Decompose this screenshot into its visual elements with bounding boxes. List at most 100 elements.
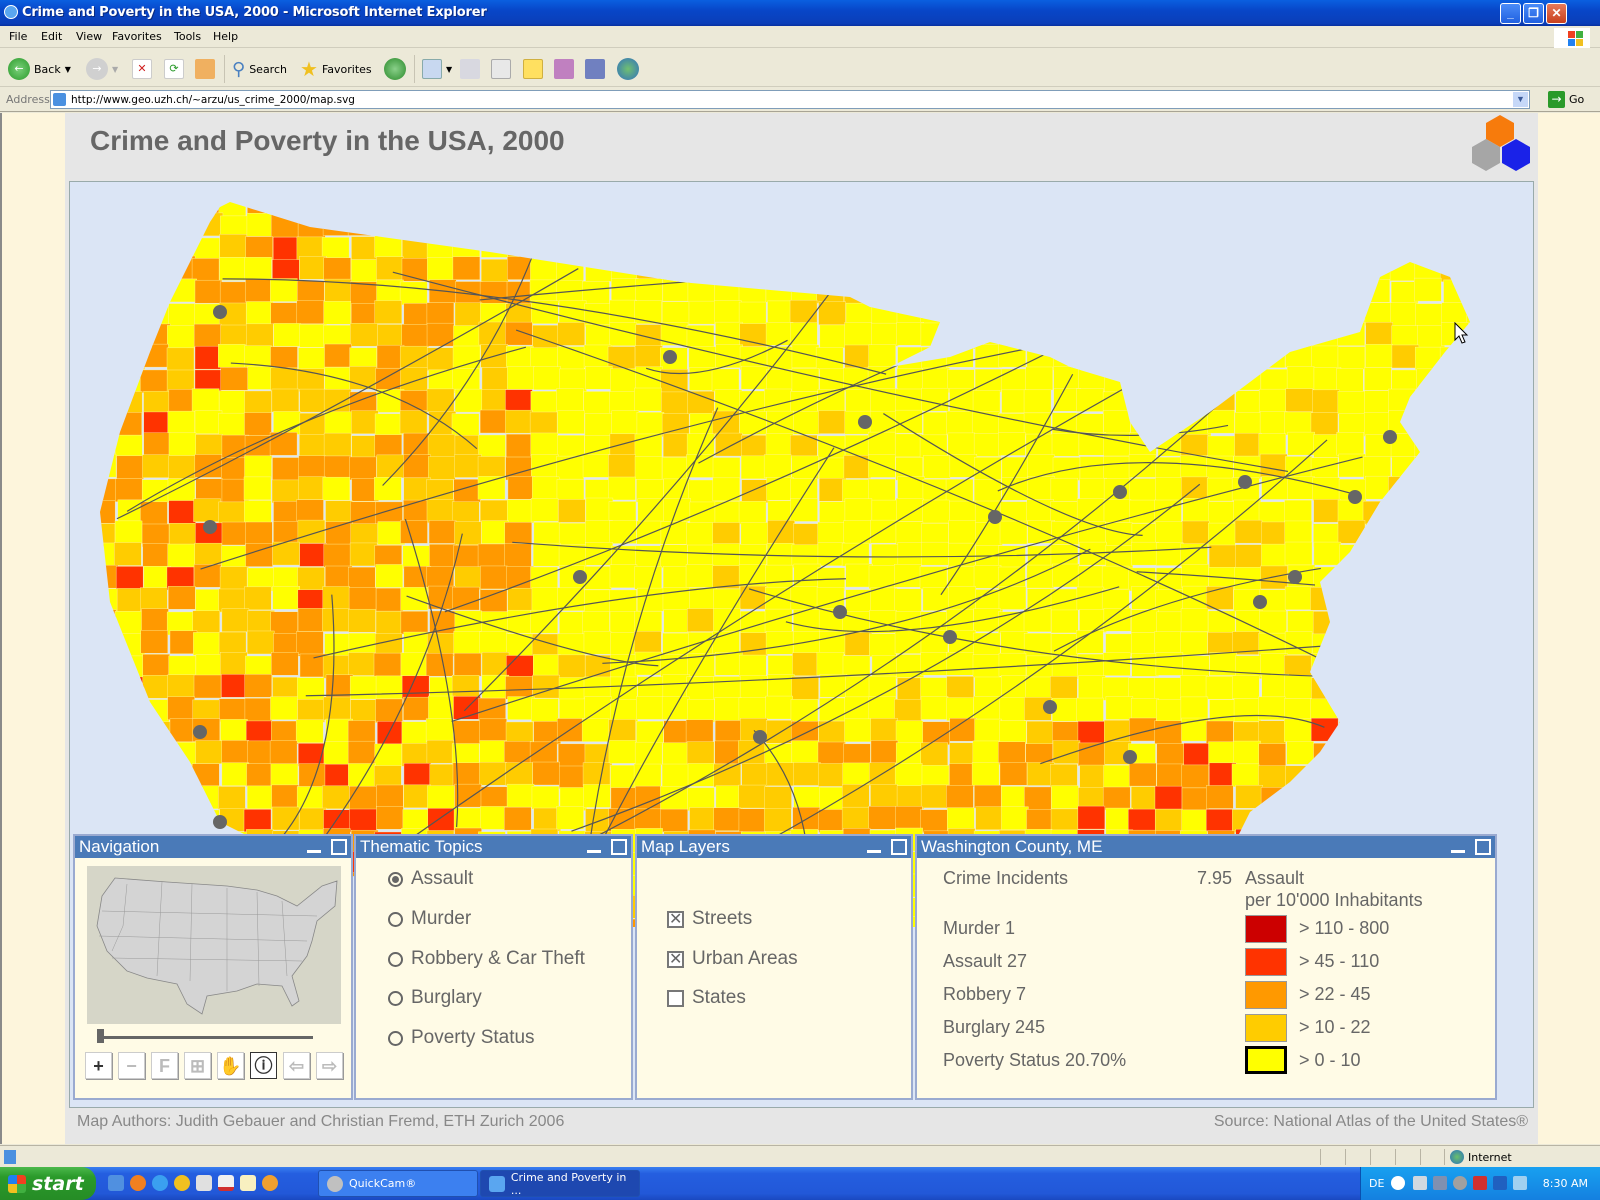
county-polygon[interactable] [322,785,350,810]
topic-option-poverty[interactable]: Poverty Status [388,1027,535,1049]
county-polygon[interactable] [426,234,455,259]
county-polygon[interactable] [271,388,300,413]
county-polygon[interactable] [793,630,821,655]
previous-view-button[interactable]: ⇦ [283,1052,310,1079]
county-polygon[interactable] [89,453,117,478]
county-polygon[interactable] [1209,699,1237,723]
county-polygon[interactable] [947,566,975,590]
county-polygon[interactable] [348,763,376,787]
county-polygon[interactable] [141,237,170,261]
county-polygon[interactable] [1285,765,1313,790]
county-polygon[interactable] [115,763,143,788]
county-polygon[interactable] [1001,278,1029,302]
county-polygon[interactable] [1313,499,1341,523]
checkbox-checked-icon[interactable]: ✕ [667,950,684,968]
county-polygon[interactable] [1361,785,1390,810]
county-polygon[interactable] [740,522,769,546]
county-polygon[interactable] [1207,435,1235,460]
county-polygon[interactable] [506,345,534,370]
county-polygon[interactable] [634,191,663,215]
topic-option-burglary[interactable]: Burglary [388,987,482,1009]
county-polygon[interactable] [244,698,273,722]
county-polygon[interactable] [819,673,848,698]
county-polygon[interactable] [999,720,1027,745]
county-polygon[interactable] [712,522,740,546]
county-polygon[interactable] [299,256,327,280]
county-polygon[interactable] [246,213,275,237]
county-polygon[interactable] [1155,542,1184,566]
pan-hand-button[interactable]: ✋ [217,1052,244,1079]
county-polygon[interactable] [715,321,743,346]
county-polygon[interactable] [1076,498,1105,522]
county-polygon[interactable] [946,697,974,721]
county-polygon[interactable] [531,698,559,722]
county-polygon[interactable] [478,434,506,459]
county-polygon[interactable] [1154,234,1183,258]
county-polygon[interactable] [713,807,741,831]
county-polygon[interactable] [974,257,1002,282]
county-polygon[interactable] [1468,233,1495,258]
county-polygon[interactable] [91,280,119,305]
county-polygon[interactable] [221,608,250,632]
county-polygon[interactable] [1156,611,1184,636]
county-polygon[interactable] [817,741,846,766]
county-polygon[interactable] [767,214,795,239]
county-polygon[interactable] [117,786,145,810]
county-polygon[interactable] [1156,743,1185,767]
county-polygon[interactable] [1364,390,1392,414]
county-polygon[interactable] [1364,633,1393,657]
county-polygon[interactable] [1388,388,1416,413]
county-polygon[interactable] [374,743,403,768]
county-polygon[interactable] [1414,456,1442,480]
go-button[interactable]: → Go [1548,91,1584,108]
county-polygon[interactable] [1468,720,1496,744]
county-polygon[interactable] [193,323,222,348]
county-polygon[interactable] [1209,300,1237,324]
county-polygon[interactable] [169,764,197,788]
county-polygon[interactable] [1312,611,1341,635]
topic-option-murder[interactable]: Murder [388,908,471,930]
county-polygon[interactable] [712,235,740,260]
county-polygon[interactable] [897,677,925,702]
county-polygon[interactable] [741,763,769,787]
county-polygon[interactable] [1207,322,1235,346]
county-polygon[interactable] [1259,323,1287,347]
county-polygon[interactable] [113,324,142,348]
county-polygon[interactable] [507,476,536,500]
county-polygon[interactable] [218,501,246,526]
county-polygon[interactable] [1310,806,1339,831]
county-polygon[interactable] [1233,345,1261,369]
county-polygon[interactable] [998,213,1026,237]
county-polygon[interactable] [791,215,820,239]
county-polygon[interactable] [1050,808,1079,833]
county-polygon[interactable] [1155,589,1183,613]
county-polygon[interactable] [688,300,717,325]
county-polygon[interactable] [530,498,559,522]
county-polygon[interactable] [1468,366,1495,391]
county-polygon[interactable] [895,521,924,545]
county-polygon[interactable] [1208,234,1237,259]
county-polygon[interactable] [634,300,662,324]
county-polygon[interactable] [505,762,533,786]
county-polygon[interactable] [738,654,767,679]
county-polygon[interactable] [790,192,819,216]
county-polygon[interactable] [687,608,715,632]
county-polygon[interactable] [556,805,584,830]
county-polygon[interactable] [1102,786,1131,811]
county-polygon[interactable] [1389,500,1417,524]
restore-button[interactable]: ❐ [1523,3,1544,24]
county-polygon[interactable] [452,368,480,392]
county-polygon[interactable] [1130,213,1158,237]
county-polygon[interactable] [297,608,326,632]
county-polygon[interactable] [454,454,482,478]
county-polygon[interactable] [998,741,1026,766]
county-polygon[interactable] [582,762,611,786]
county-polygon[interactable] [1182,367,1211,392]
county-polygon[interactable] [1078,344,1107,368]
county-polygon[interactable] [244,390,272,415]
zoom-box-button[interactable]: ⊞ [184,1052,211,1079]
county-polygon[interactable] [193,632,221,656]
county-polygon[interactable] [481,367,510,391]
county-polygon[interactable] [1417,391,1445,416]
county-polygon[interactable] [479,631,507,655]
